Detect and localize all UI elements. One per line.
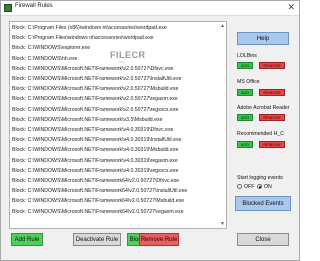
close-button[interactable]: Close: [237, 233, 289, 246]
log-line: Block: C:\Program Files\windows nt\acces…: [12, 35, 154, 42]
lolbins-add-button[interactable]: ADD: [237, 62, 253, 69]
ms-office-remove-button[interactable]: REMOVE: [259, 89, 285, 96]
log-line: Block: C:\WINDOWS\Microsoft.NET\Framewor…: [12, 198, 185, 205]
group-label-recommended: Recommended H_C: [237, 131, 284, 137]
log-line: Block: C:\WINDOWS\hh.exe: [12, 55, 78, 62]
log-line: Block: C:\WINDOWS\Microsoft.NET\Framewor…: [12, 188, 188, 195]
log-line: Block: C:\WINDOWS\Microsoft.NET\Framewor…: [12, 65, 174, 72]
ms-office-add-button[interactable]: ADD: [237, 89, 253, 96]
log-line: Block: C:\Program Files (x86)\windows nt…: [12, 25, 167, 31]
log-line: Block: C:\WINDOWS\explorer.exe: [12, 45, 91, 52]
log-line: Block: C:\WINDOWS\Microsoft.NET\Framewor…: [12, 178, 180, 184]
title-bar: Firewall Rules ✕: [1, 1, 299, 16]
log-line: Block: C:\WINDOWS\Microsoft.NET\Framewor…: [12, 86, 179, 93]
recommended-remove-button[interactable]: REMOVE: [259, 141, 285, 148]
log-line: Block: C:\WINDOWS\Microsoft.NET\Framewor…: [12, 127, 174, 133]
scroll-up-icon[interactable]: ▲: [220, 23, 225, 29]
adobe-add-button[interactable]: ADD: [237, 114, 253, 121]
logging-label: Start logging events: [237, 175, 283, 181]
group-label-adobe-reader: Adobe Acrobat Reader: [237, 105, 290, 111]
watermark-subtext: .com: [118, 60, 125, 64]
log-line: Block: C:\WINDOWS\Microsoft.NET\Framewor…: [12, 76, 182, 82]
remove-rule-button[interactable]: Remove Rule: [139, 233, 179, 246]
log-line: Block: C:\WINDOWS\Microsoft.NET\Framewor…: [12, 116, 163, 123]
logging-off-radio[interactable]: [237, 184, 242, 189]
watermark-text: FILECR: [110, 50, 146, 60]
log-line: Block: C:\WINDOWS\Microsoft.NET\Framewor…: [12, 167, 179, 174]
help-button[interactable]: Help: [237, 32, 289, 45]
app-icon: [4, 4, 12, 12]
log-line: Block: C:\WINDOWS\Microsoft.NET\Framewor…: [12, 208, 184, 215]
adobe-remove-button[interactable]: REMOVE: [259, 114, 285, 121]
firewall-rules-window: Firewall Rules ✕ FILECR .com ▲ ▼ Block: …: [0, 0, 300, 261]
recommended-add-button[interactable]: ADD: [237, 141, 253, 148]
log-line: Block: C:\WINDOWS\Microsoft.NET\Framewor…: [12, 96, 178, 103]
logging-off-label: OFF: [244, 184, 255, 190]
log-line: Block: C:\WINDOWS\Microsoft.NET\Framewor…: [12, 147, 179, 154]
lolbins-remove-button[interactable]: REMOVE: [259, 62, 285, 69]
deactivate-rule-button[interactable]: Deactivate Rule: [73, 233, 121, 246]
blocked-events-button[interactable]: Blocked Events: [235, 196, 291, 211]
logging-on-radio[interactable]: [257, 184, 262, 189]
log-line: Block: C:\WINDOWS\Microsoft.NET\Framewor…: [12, 137, 182, 144]
log-line: Block: C:\WINDOWS\Microsoft.NET\Framewor…: [12, 106, 179, 113]
rules-log[interactable]: FILECR .com ▲ ▼ Block: C:\Program Files …: [9, 21, 227, 229]
window-title: Firewall Rules: [15, 3, 53, 9]
scroll-down-icon[interactable]: ▼: [220, 221, 225, 227]
log-line: Block: C:\WINDOWS\Microsoft.NET\Framewor…: [12, 157, 178, 164]
logging-on-label: ON: [264, 184, 272, 190]
close-window-icon[interactable]: ✕: [287, 2, 295, 13]
group-label-lolbins: LOLBins: [237, 53, 257, 59]
add-rule-button[interactable]: Add Rule: [11, 233, 43, 246]
group-label-ms-office: MS Office: [237, 79, 260, 85]
